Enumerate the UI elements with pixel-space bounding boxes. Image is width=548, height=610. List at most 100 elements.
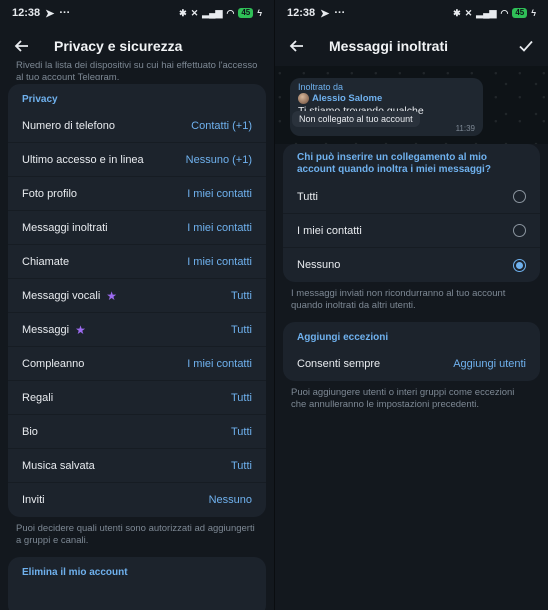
forwarding-note: I messaggi inviati non ricondurranno al … [291,288,506,311]
avatar [298,93,309,104]
privacy-row-text: Messaggi inoltrati [22,221,108,234]
privacy-section-title: Privacy [22,94,58,105]
sender-name: Alessio Salome [312,93,383,104]
forwarded-from-label: Inoltrato da [298,82,344,92]
privacy-row[interactable]: Foto profilo I miei contatti [8,177,266,211]
message-bubble: Inoltrato da Alessio Salome Ti stiamo tr… [290,78,483,136]
status-bar: 12:38 ➤ ··· ✱ ✕ ▂▄▆ ◠ 45 ϟ [275,0,548,26]
forwarding-option[interactable]: Tutti [283,180,540,214]
bluetooth-icon: ✱ [453,7,461,18]
page-title: Messaggi inoltrati [329,38,449,54]
delete-account-card: Elimina il mio account [8,557,266,610]
wifi-icon: ◠ [226,7,235,18]
privacy-row-label: Ultimo accesso e in linea [22,154,144,166]
privacy-row-label: Chiamate [22,256,69,268]
privacy-row[interactable]: Chiamate I miei contatti [8,245,266,279]
radio-button[interactable] [513,258,526,272]
privacy-row-label: Bio [22,426,38,438]
privacy-row-text: Ultimo accesso e in linea [22,153,144,166]
premium-star-icon: ★ [106,288,118,303]
privacy-row-value: Nessuno (+1) [185,153,252,166]
privacy-row-text: Inviti [22,494,45,506]
battery-icon: 45 [238,8,254,18]
privacy-row[interactable]: Ultimo accesso e in linea Nessuno (+1) [8,143,266,177]
privacy-row-text: Compleanno [22,357,85,370]
privacy-row-text: Messaggi [22,323,70,336]
forwarding-option-label: Nessuno [297,259,341,271]
privacy-row-label: Musica salvata [22,460,95,472]
privacy-row-label: Inviti [22,494,45,506]
devices-note: Rivedi la lista dei dispositivi su cui h… [16,60,258,80]
privacy-row-value: Tutti [231,391,252,404]
privacy-row-label: Messaggi vocali ★ [22,289,117,303]
always-allow-label: Consenti sempre [297,358,381,370]
radio-button[interactable] [513,190,526,203]
charging-icon: ϟ [531,8,536,18]
privacy-row[interactable]: Messaggi vocali ★ Tutti [8,279,266,313]
more-notifications-icon: ··· [59,7,71,19]
forwarding-option-label: Tutti [297,190,318,203]
privacy-row[interactable]: Messaggi inoltrati I miei contatti [8,211,266,245]
radio-button[interactable] [513,224,526,237]
privacy-row[interactable]: Musica salvata Tutti [8,449,266,483]
forwarding-question: Chi può inserire un collegamento al mio … [297,152,491,175]
forwarded-messages-screen: 12:38 ➤ ··· ✱ ✕ ▂▄▆ ◠ 45 ϟ Messaggi inol… [274,0,548,610]
privacy-row[interactable]: Inviti Nessuno [8,483,266,517]
add-users-button[interactable]: Aggiungi utenti [453,358,526,370]
privacy-row-label: Regali [22,392,53,404]
more-notifications-icon: ··· [334,7,346,19]
privacy-row-value: I miei contatti [187,255,252,268]
forwarded-sender[interactable]: Alessio Salome [298,93,475,104]
mute-icon: ✕ [190,7,199,18]
privacy-row-label: Compleanno [22,358,84,370]
battery-icon: 45 [512,8,528,18]
privacy-row-label: Messaggi ★ [22,323,86,337]
privacy-row-value: I miei contatti [187,221,252,234]
premium-star-icon: ★ [75,322,86,337]
top-bar: Messaggi inoltrati [275,26,548,66]
privacy-row-text: Chiamate [22,255,70,268]
exceptions-card: Aggiungi eccezioni Consenti sempre Aggiu… [283,322,540,381]
privacy-row-text: Numero di telefono [22,119,115,132]
confirm-check-icon[interactable] [514,34,538,58]
privacy-row-label: Numero di telefono [22,120,115,132]
forwarding-option[interactable]: Nessuno [283,248,540,282]
status-time: 12:38 [12,7,41,19]
always-allow-row[interactable]: Consenti sempre Aggiungi utenti [283,347,540,381]
privacy-row-value: Tutti [231,425,252,438]
exceptions-title: Aggiungi eccezioni [297,332,389,343]
privacy-card: Privacy Numero di telefono Contatti (+1) U… [8,84,266,517]
privacy-row[interactable]: Messaggi ★ Tutti [8,313,266,347]
privacy-row-value: I miei contatti [187,357,252,370]
privacy-row[interactable]: Bio Tutti [8,415,266,449]
wifi-icon: ◠ [500,7,509,18]
privacy-row-value: Tutti [231,459,252,472]
forwarding-option[interactable]: I miei contatti [283,214,540,248]
invites-note: Puoi decidere quali utenti sono autorizz… [16,523,255,546]
privacy-row-value: Tutti [231,289,252,302]
privacy-row-value: Tutti [231,323,252,336]
bluetooth-icon: ✱ [179,7,187,18]
status-time: 12:38 [287,7,316,19]
forwarding-option-label: I miei contatti [297,224,362,237]
privacy-row-label: Foto profilo [22,188,77,200]
privacy-screen: 12:38 ➤ ··· ✱ ✕ ▂▄▆ ◠ 45 ϟ Privacy e sic… [0,0,274,610]
privacy-row[interactable]: Regali Tutti [8,381,266,415]
privacy-row-text: Foto profilo [22,187,78,200]
signal-icon: ▂▄▆ [202,7,223,18]
page-title: Privacy e sicurezza [54,38,183,54]
privacy-row-text: Messaggi vocali [22,289,101,302]
privacy-row[interactable]: Numero di telefono Contatti (+1) [8,109,266,143]
privacy-row-value: I miei contatti [187,187,252,200]
message-preview: Inoltrato da Alessio Salome Ti stiamo tr… [275,66,548,144]
privacy-row-value: Nessuno [208,494,252,506]
privacy-row-value: Contatti (+1) [191,119,252,132]
privacy-row-label: Messaggi inoltrati [22,222,108,234]
back-arrow-icon[interactable] [10,34,34,58]
privacy-row-text: Bio [22,425,38,438]
status-bar: 12:38 ➤ ··· ✱ ✕ ▂▄▆ ◠ 45 ϟ [0,0,274,26]
charging-icon: ϟ [257,8,262,18]
back-arrow-icon[interactable] [285,34,309,58]
privacy-row[interactable]: Compleanno I miei contatti [8,347,266,381]
telegram-icon: ➤ [320,7,330,20]
